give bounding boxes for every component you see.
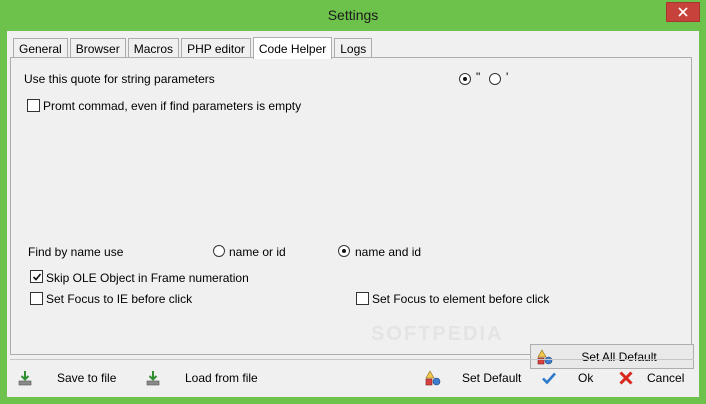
shapes-icon <box>425 370 441 386</box>
find-by-name-or-id-label: name or id <box>229 245 286 259</box>
cancel-label: Cancel <box>647 371 685 385</box>
save-to-file-label: Save to file <box>57 371 117 385</box>
title-bar[interactable]: Settings <box>0 0 706 31</box>
cancel-x-icon <box>619 371 633 385</box>
footer-divider <box>10 359 694 360</box>
radio-dot <box>342 249 346 253</box>
tab-php-editor[interactable]: PHP editor <box>181 38 251 58</box>
load-from-file-button[interactable]: Load from file <box>145 367 258 389</box>
radio-dot <box>463 77 467 81</box>
focus-ie-checkbox[interactable] <box>30 292 43 305</box>
find-by-name-and-id-label: name and id <box>355 245 422 259</box>
skip-ole-label: Skip OLE Object in Frame numeration <box>46 271 249 285</box>
prompt-checkbox[interactable] <box>27 99 40 112</box>
focus-element-checkbox[interactable] <box>356 292 369 305</box>
focus-ie-label: Set Focus to IE before click <box>46 292 193 306</box>
quote-radio-double[interactable] <box>459 73 471 85</box>
set-default-button[interactable]: Set Default <box>425 367 521 389</box>
save-to-file-button[interactable]: Save to file <box>17 367 116 389</box>
ok-button[interactable]: Ok <box>541 367 593 389</box>
load-from-file-label: Load from file <box>185 371 258 385</box>
save-arrow-icon <box>18 371 32 386</box>
tab-logs[interactable]: Logs <box>334 38 373 58</box>
tab-strip: General Browser Macros PHP editor Code H… <box>13 36 374 59</box>
tab-code-helper[interactable]: Code Helper <box>252 37 333 59</box>
find-by-radio-name-or-id[interactable] <box>213 245 225 257</box>
cancel-button[interactable]: Cancel <box>618 367 684 389</box>
quote-option-double-label: " <box>476 70 481 84</box>
tab-browser[interactable]: Browser <box>69 38 126 58</box>
set-all-default-button[interactable]: Set All Default <box>530 344 694 369</box>
quote-option-single-label: ' <box>506 70 509 84</box>
settings-window: Settings General Browser Macros PHP edit… <box>0 0 706 404</box>
quote-label: Use this quote for string parameters <box>24 72 215 86</box>
ok-label: Ok <box>578 371 594 385</box>
close-icon <box>678 7 688 17</box>
code-helper-panel: Use this quote for string parameters " '… <box>10 57 694 369</box>
load-arrow-icon <box>146 371 160 386</box>
set-all-default-label: Set All Default <box>581 349 657 364</box>
skip-ole-checkbox[interactable] <box>30 270 43 283</box>
tab-general[interactable]: General <box>13 38 68 58</box>
quote-radio-single[interactable] <box>489 73 501 85</box>
find-by-radio-name-and-id[interactable] <box>338 245 350 257</box>
close-button[interactable] <box>666 2 700 22</box>
prompt-checkbox-label: Promt commad, even if find parameters is… <box>43 99 302 113</box>
window-title: Settings <box>327 7 379 23</box>
find-by-label: Find by name use <box>28 245 124 259</box>
check-icon <box>32 272 41 281</box>
checkmark-icon <box>542 372 556 385</box>
set-default-label: Set Default <box>462 371 522 385</box>
dialog-client: General Browser Macros PHP editor Code H… <box>7 31 699 397</box>
focus-element-label: Set Focus to element before click <box>372 292 550 306</box>
shapes-icon <box>537 348 553 364</box>
tab-macros[interactable]: Macros <box>127 38 180 58</box>
watermark: SOFTPEDIA <box>371 323 504 345</box>
